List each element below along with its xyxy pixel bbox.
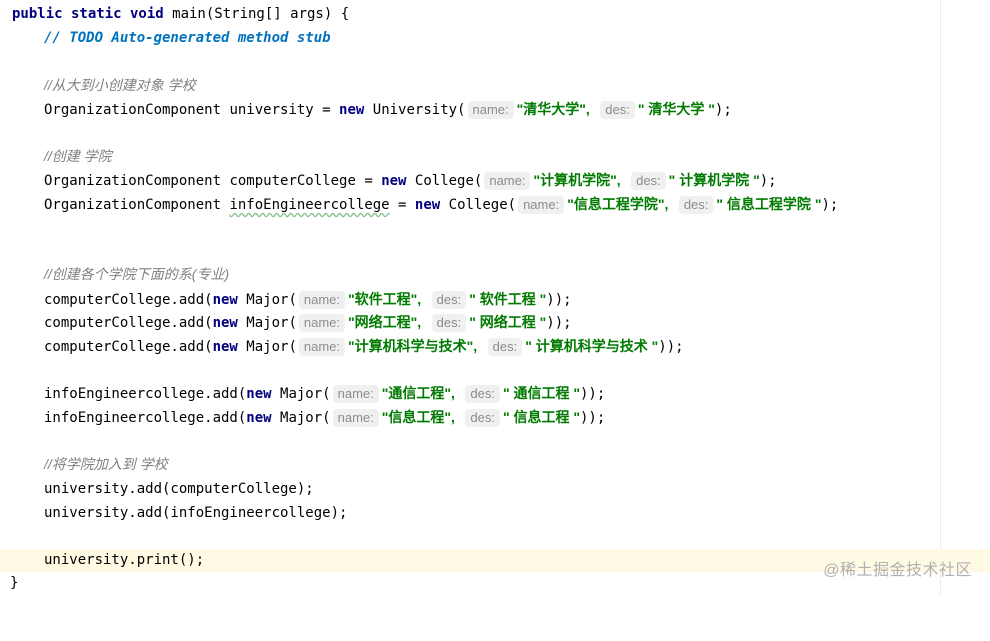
method-call: infoEngineercollege.add( [44,410,247,426]
param-hint-name: name: [332,409,379,427]
code-line-university[interactable]: OrganizationComponent university = new U… [0,98,990,121]
param-hint-des: des: [487,338,523,356]
new-keyword: new [339,102,365,118]
param-hint-name: name: [332,385,379,403]
string-literal: "计算机科学与技术", [348,338,478,354]
param-hint-des: des: [600,101,635,119]
type-name: OrganizationComponent [44,173,222,189]
class-call: Major( [271,410,331,426]
class-call: Major( [237,315,297,331]
class-call: College( [406,173,483,189]
operator: = [322,102,331,118]
variable-name: computerCollege [221,173,365,189]
variable-name: infoEngineercollege [229,197,390,213]
comment: //将学院加入到 学校 [44,456,168,472]
statement-end: )); [546,315,572,331]
class-call: Major( [271,386,331,402]
code-line-add-major[interactable]: computerCollege.add(new Major(name: "计算机科… [0,335,990,358]
method-signature: main(String[] args) { [163,6,350,22]
closing-brace: } [10,575,19,591]
code-line-computer-college[interactable]: OrganizationComponent computerCollege = … [0,169,990,192]
statement-end: ); [821,197,839,213]
todo-comment: // TODO Auto-generated method stub [44,30,331,46]
param-hint-name: name: [298,338,346,356]
code-line-comment[interactable]: //从大到小创建对象 学校 [0,74,990,97]
code-line-comment[interactable]: //创建 学院 [0,145,990,168]
code-line-comment[interactable]: //将学院加入到 学校 [0,453,990,476]
code-line-info-college[interactable]: OrganizationComponent infoEngineercolleg… [0,193,990,216]
string-literal: " 通信工程 " [502,385,580,401]
comment: //创建各个学院下面的系(专业) [44,266,230,282]
param-hint-name: name: [298,291,346,309]
string-literal: "通信工程", [381,385,455,401]
new-keyword: new [212,292,238,308]
param-hint-name: name: [518,196,565,214]
method-call: computerCollege.add( [44,292,213,308]
code-line-add-major[interactable]: infoEngineercollege.add(new Major(name: "… [0,406,990,429]
statement-end: )); [580,410,606,426]
class-call: College( [440,197,517,213]
code-line-signature[interactable]: public static void main(String[] args) { [0,3,990,26]
class-call: Major( [237,292,297,308]
statement-end: )); [580,386,606,402]
string-literal: "软件工程", [348,291,422,307]
string-literal: " 网络工程 " [469,314,547,330]
comment: //创建 学院 [44,148,112,164]
new-keyword: new [381,173,407,189]
method-call: computerCollege.add( [44,339,213,355]
param-hint-des: des: [465,385,500,403]
string-literal: "信息工程", [381,409,455,425]
param-hint-name: name: [298,314,346,332]
param-hint-des: des: [631,172,666,190]
string-literal: " 计算机科学与技术 " [525,338,659,354]
param-hint-des: des: [678,196,714,214]
code-line-university-add[interactable]: university.add(computerCollege); [0,478,990,501]
code-line-add-major[interactable]: computerCollege.add(new Major(name: "网络工程… [0,311,990,334]
statement-end: )); [658,339,684,355]
statement: university.add(computerCollege); [44,481,314,497]
code-line-university-add[interactable]: university.add(infoEngineercollege); [0,502,990,525]
class-call: Major( [237,339,297,355]
string-literal: " 清华大学 " [637,101,715,117]
statement: university.add(infoEngineercollege); [44,505,348,521]
statement-end: ); [714,102,732,118]
new-keyword: new [414,197,441,213]
param-hint-name: name: [484,172,531,190]
statement-end: )); [546,292,572,308]
string-literal: " 计算机学院 " [668,172,760,188]
type-name: OrganizationComponent [44,197,222,213]
string-literal: " 信息工程 " [502,409,580,425]
code-line-comment[interactable]: //创建各个学院下面的系(专业) [0,263,990,286]
string-literal: "网络工程", [348,314,422,330]
new-keyword: new [212,315,238,331]
method-call: computerCollege.add( [44,315,213,331]
operator: = [364,173,373,189]
type-name: OrganizationComponent [44,102,222,118]
param-hint-des: des: [431,314,467,332]
code-line-todo[interactable]: // TODO Auto-generated method stub [0,27,990,50]
string-literal: "计算机学院", [533,172,621,188]
statement: university.print(); [44,552,205,568]
keyword: public static void [12,6,164,22]
new-keyword: new [246,386,272,402]
param-hint-des: des: [465,409,500,427]
code-line-add-major[interactable]: computerCollege.add(new Major(name: "软件工程… [0,288,990,311]
code-line-add-major[interactable]: infoEngineercollege.add(new Major(name: "… [0,382,990,405]
new-keyword: new [246,410,272,426]
string-literal: " 软件工程 " [469,291,547,307]
method-call: infoEngineercollege.add( [44,386,247,402]
class-call: University( [364,102,466,118]
statement-end: ); [759,173,777,189]
variable-name: university [221,102,323,118]
string-literal: "信息工程学院", [567,196,669,212]
string-literal: "清华大学", [516,101,590,117]
watermark: @稀土掘金技术社区 [823,562,972,579]
param-hint-name: name: [467,101,514,119]
operator: = [398,197,407,213]
string-literal: " 信息工程学院 " [716,196,822,212]
comment: //从大到小创建对象 学校 [44,77,196,93]
code-editor[interactable]: public static void main(String[] args) {… [0,0,990,596]
param-hint-des: des: [431,291,467,309]
new-keyword: new [212,339,238,355]
